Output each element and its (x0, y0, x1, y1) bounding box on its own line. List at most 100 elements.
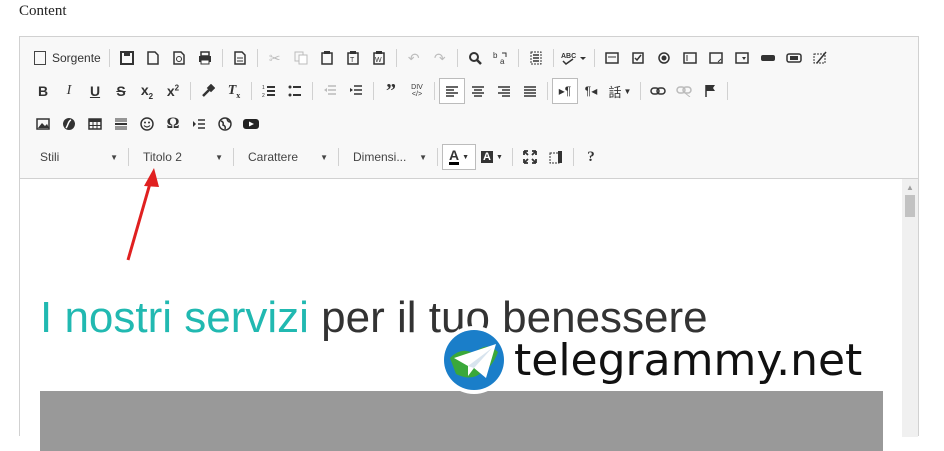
size-combo[interactable]: Dimensi... ▼ (343, 144, 433, 170)
source-button[interactable]: Sorgente (30, 45, 105, 71)
source-label: Sorgente (52, 51, 101, 65)
copy-format-icon[interactable] (195, 78, 221, 104)
justify-icon[interactable] (517, 78, 543, 104)
undo-icon[interactable]: ↶ (401, 45, 427, 71)
svg-text:W: W (375, 57, 382, 64)
subscript-icon[interactable]: x2 (134, 78, 160, 104)
font-combo-label: Carattere (248, 150, 299, 164)
smiley-icon[interactable] (134, 111, 160, 137)
anchor-flag-icon[interactable] (697, 78, 723, 104)
flash-icon[interactable] (56, 111, 82, 137)
toolbar-row-4: Stili ▼ Titolo 2 ▼ Carattere ▼ Dimensi..… (30, 143, 604, 171)
svg-text:ABC: ABC (561, 53, 576, 60)
create-div-icon[interactable]: DIV </> (404, 78, 430, 104)
hidden-field-icon[interactable] (807, 45, 833, 71)
bold-icon[interactable]: B (30, 78, 56, 104)
svg-text:T: T (350, 57, 355, 64)
watermark: telegrammy.net (440, 326, 862, 394)
textarea-icon[interactable] (703, 45, 729, 71)
align-center-icon[interactable] (465, 78, 491, 104)
toolbar-row-1: Sorgente ✂ T W ↶ ↷ b a ABC (30, 44, 833, 72)
horizontal-rule-icon[interactable] (108, 111, 134, 137)
strikethrough-icon[interactable]: S (108, 78, 134, 104)
styles-combo-label: Stili (40, 150, 60, 164)
radio-icon[interactable] (651, 45, 677, 71)
outdent-icon[interactable] (317, 78, 343, 104)
content-gray-block (40, 391, 883, 451)
cut-icon[interactable]: ✂ (262, 45, 288, 71)
editor-toolbar: Sorgente ✂ T W ↶ ↷ b a ABC B I U S x2 x2… (20, 37, 918, 179)
image-icon[interactable] (30, 111, 56, 137)
new-page-icon[interactable] (140, 45, 166, 71)
select-all-icon[interactable] (523, 45, 549, 71)
copy-icon[interactable] (288, 45, 314, 71)
align-right-icon[interactable] (491, 78, 517, 104)
select-field-icon[interactable] (729, 45, 755, 71)
unlink-icon[interactable] (671, 78, 697, 104)
annotation-arrow-icon (126, 168, 159, 261)
chevron-down-icon: ▼ (419, 152, 427, 162)
help-button[interactable]: ? (578, 144, 604, 170)
chevron-down-icon: ▼ (320, 152, 328, 162)
table-icon[interactable] (82, 111, 108, 137)
numbered-list-icon[interactable]: 12 (256, 78, 282, 104)
background-color-button[interactable]: A ▼ (476, 144, 508, 170)
scroll-up-icon[interactable]: ▲ (906, 183, 914, 192)
editor-scrollbar[interactable]: ▲ (902, 179, 918, 437)
checkbox-icon[interactable] (625, 45, 651, 71)
svg-text:2: 2 (262, 93, 265, 98)
svg-text:a: a (500, 57, 505, 65)
align-left-icon[interactable] (439, 78, 465, 104)
special-char-icon[interactable]: Ω (160, 111, 186, 137)
styles-combo[interactable]: Stili ▼ (30, 144, 124, 170)
paste-text-icon[interactable]: T (340, 45, 366, 71)
show-blocks-icon[interactable] (543, 144, 569, 170)
svg-text:b: b (493, 51, 498, 60)
iframe-globe-icon[interactable] (212, 111, 238, 137)
superscript-icon[interactable]: x2 (160, 78, 186, 104)
redo-icon[interactable]: ↷ (427, 45, 453, 71)
text-color-icon: A (448, 147, 460, 165)
blockquote-icon[interactable]: ” (378, 78, 404, 104)
print-icon[interactable] (192, 45, 218, 71)
templates-icon[interactable] (227, 45, 253, 71)
toolbar-row-2: B I U S x2 x2 Tx 12 ” DIV </> ▸¶ ¶◂ 話 ▼ (30, 77, 732, 105)
source-icon (34, 51, 46, 65)
background-color-icon: A (481, 151, 493, 163)
text-direction-ltr-icon[interactable]: ▸¶ (552, 78, 578, 104)
size-combo-label: Dimensi... (353, 150, 407, 164)
link-icon[interactable] (645, 78, 671, 104)
paste-icon[interactable] (314, 45, 340, 71)
remove-format-icon[interactable]: Tx (221, 78, 247, 104)
format-combo-label: Titolo 2 (143, 150, 182, 164)
scrollbar-thumb[interactable] (905, 195, 915, 217)
spellcheck-icon[interactable]: ABC (558, 45, 590, 71)
paste-word-icon[interactable]: W (366, 45, 392, 71)
watermark-text: telegrammy.net (514, 334, 863, 386)
button-field-icon[interactable] (755, 45, 781, 71)
find-icon[interactable] (462, 45, 488, 71)
text-color-button[interactable]: A ▼ (442, 144, 476, 170)
page-break-icon[interactable] (186, 111, 212, 137)
svg-text:1: 1 (262, 85, 265, 91)
font-combo[interactable]: Carattere ▼ (238, 144, 334, 170)
heading-accent-text: I nostri servizi (40, 293, 309, 342)
youtube-icon[interactable] (238, 111, 264, 137)
italic-icon[interactable]: I (56, 78, 82, 104)
indent-icon[interactable] (343, 78, 369, 104)
replace-icon[interactable]: ba (488, 45, 514, 71)
underline-icon[interactable]: U (82, 78, 108, 104)
bulleted-list-icon[interactable] (282, 78, 308, 104)
save-icon[interactable] (114, 45, 140, 71)
form-icon[interactable] (599, 45, 625, 71)
image-button-icon[interactable] (781, 45, 807, 71)
maximize-icon[interactable] (517, 144, 543, 170)
text-direction-rtl-icon[interactable]: ¶◂ (578, 78, 604, 104)
toolbar-row-3: Ω (30, 110, 264, 138)
field-label: Content (19, 3, 67, 19)
chevron-down-icon: ▼ (215, 152, 223, 162)
preview-icon[interactable] (166, 45, 192, 71)
telegram-logo-icon (440, 326, 508, 394)
language-icon[interactable]: 話 ▼ (604, 78, 636, 104)
textfield-icon[interactable] (677, 45, 703, 71)
